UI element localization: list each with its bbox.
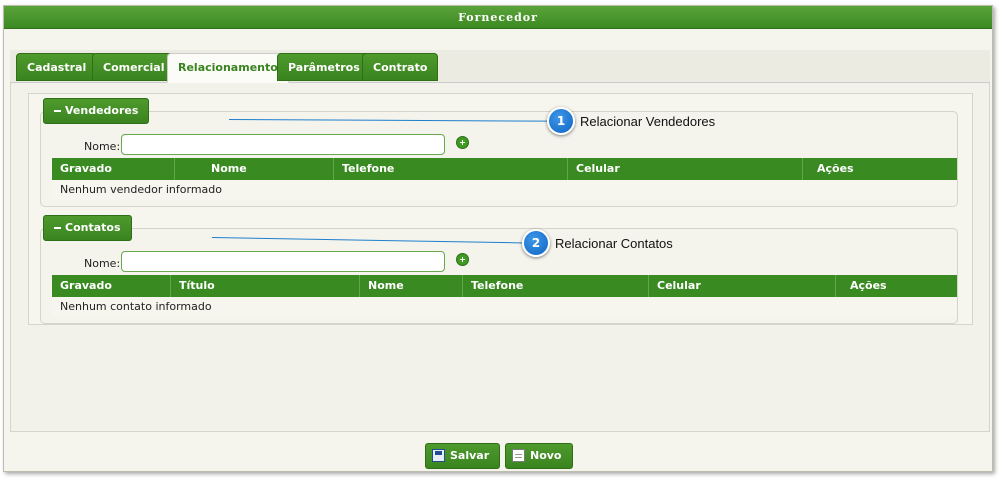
tab-relacionamento[interactable]: Relacionamento [167, 53, 289, 83]
column-header[interactable]: Nome [203, 158, 333, 180]
tab-cadastral[interactable]: Cadastral [16, 53, 98, 81]
relacionamento-content: Vendedores Nome: Gravado Nome Telefone C… [28, 93, 973, 325]
minus-icon [54, 227, 61, 229]
save-button[interactable]: Salvar [425, 443, 501, 469]
column-header[interactable]: Celular [568, 158, 803, 180]
new-label: Novo [530, 449, 562, 462]
vendedor-name-label: Nome: [84, 140, 121, 153]
column-header[interactable]: Ações [803, 158, 957, 180]
new-button[interactable]: Novo [505, 443, 573, 469]
fornecedor-window: Fornecedor Cadastral Comercial Relaciona… [3, 5, 993, 472]
contatos-empty-row: Nenhum contato informado [52, 297, 957, 317]
vendedores-empty-row: Nenhum vendedor informado [52, 180, 957, 200]
floppy-disk-icon [432, 449, 445, 462]
contatos-toggle-button[interactable]: Contatos [43, 215, 132, 241]
tab-comercial[interactable]: Comercial [92, 53, 176, 81]
column-header[interactable]: Título [171, 275, 360, 297]
column-header[interactable]: Telefone [463, 275, 649, 297]
callout-text-1: Relacionar Vendedores [580, 114, 716, 129]
vendedores-grid-header: Gravado Nome Telefone Celular Ações [52, 158, 957, 180]
column-header[interactable]: Telefone [333, 158, 568, 180]
save-label: Salvar [450, 449, 490, 462]
add-contato-icon[interactable] [456, 253, 469, 266]
column-header[interactable]: Gravado [52, 158, 175, 180]
tab-contrato[interactable]: Contrato [362, 53, 439, 81]
contatos-legend: Contatos [65, 221, 121, 234]
contato-name-label: Nome: [84, 257, 121, 270]
document-icon [512, 449, 525, 462]
column-header[interactable]: Nome [360, 275, 463, 297]
vendedor-name-input[interactable] [121, 134, 445, 155]
column-header[interactable]: Celular [649, 275, 836, 297]
contatos-grid-header: Gravado Título Nome Telefone Celular Açõ… [52, 275, 957, 297]
contato-name-input[interactable] [121, 251, 445, 272]
vendedores-group: Vendedores Nome: Gravado Nome Telefone C… [40, 98, 958, 207]
add-vendedor-icon[interactable] [456, 136, 469, 149]
vendedores-legend: Vendedores [65, 104, 139, 117]
callout-text-2: Relacionar Contatos [555, 236, 673, 251]
tab-strip: Cadastral Comercial Relacionamento Parâm… [10, 50, 990, 83]
callout-badge-2: 2 [522, 229, 550, 257]
tab-panel: Vendedores Nome: Gravado Nome Telefone C… [10, 83, 990, 432]
vendedores-toggle-button[interactable]: Vendedores [43, 98, 150, 124]
minus-icon [54, 110, 61, 112]
tab-parametros[interactable]: Parâmetros [277, 53, 371, 81]
column-header[interactable]: Gravado [52, 275, 171, 297]
window-title: Fornecedor [4, 6, 992, 29]
column-header[interactable]: Ações [836, 275, 957, 297]
callout-badge-1: 1 [547, 107, 575, 135]
